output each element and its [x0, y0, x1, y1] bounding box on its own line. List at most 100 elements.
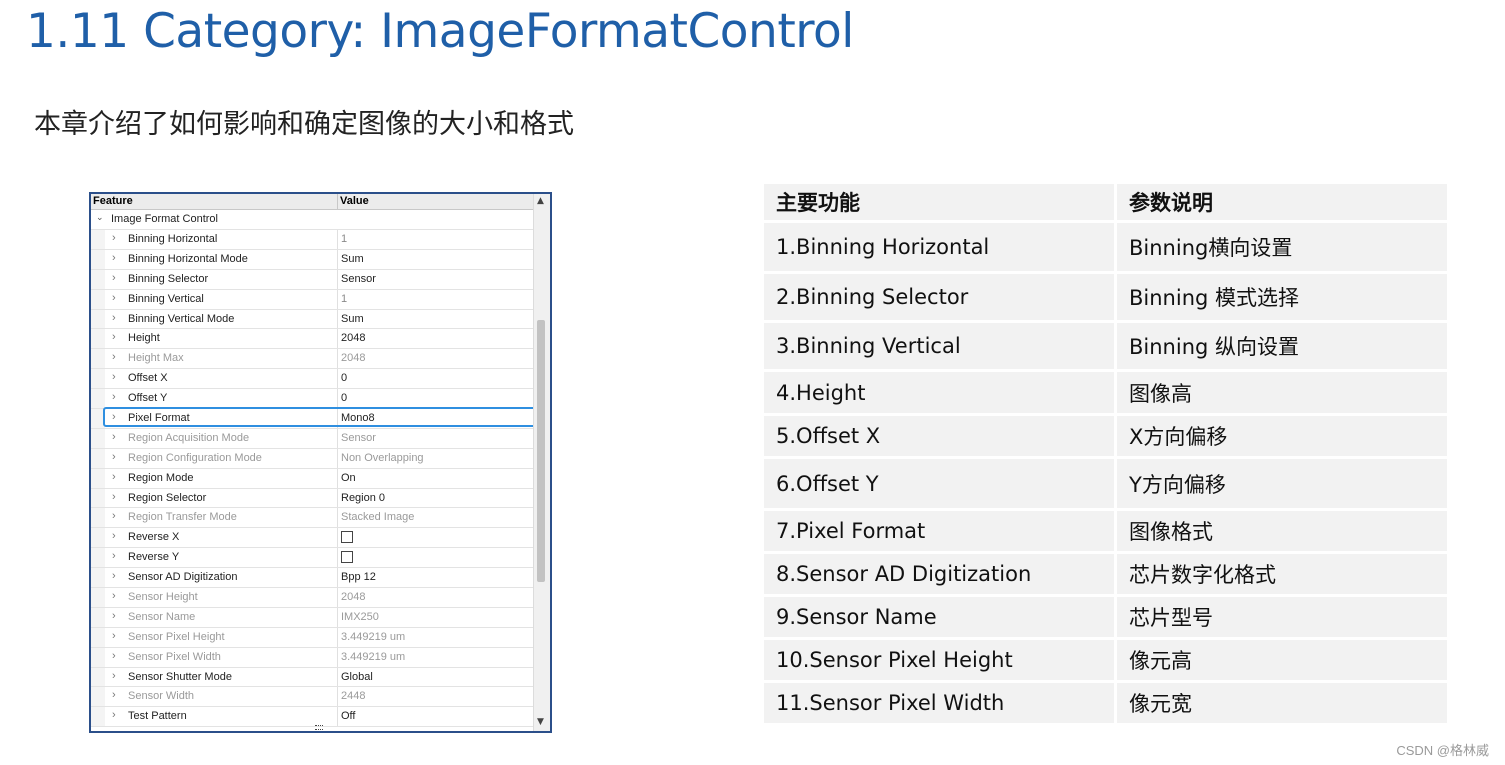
description-cell: 像元宽 — [1114, 683, 1447, 723]
description-cell: 图像高 — [1114, 372, 1447, 413]
table-row: 11.Sensor Pixel Width 像元宽 — [764, 683, 1447, 723]
description-cell: 图像格式 — [1114, 511, 1447, 551]
vertical-scrollbar[interactable]: ▲ ▼ — [533, 194, 550, 731]
function-cell: 9.Sensor Name — [764, 597, 1114, 637]
feature-row[interactable]: › Sensor AD Digitization Bpp 12 — [91, 568, 534, 589]
chevron-right-icon[interactable]: › — [112, 431, 116, 443]
feature-row[interactable]: › Reverse X — [91, 528, 534, 549]
chevron-right-icon[interactable]: › — [112, 312, 116, 324]
feature-name: Region Mode — [128, 471, 194, 484]
chevron-right-icon[interactable]: › — [112, 252, 116, 264]
feature-name: Sensor AD Digitization — [128, 571, 238, 584]
feature-row[interactable]: › Binning Horizontal 1 — [91, 230, 534, 250]
row-gutter — [91, 389, 105, 409]
scroll-down-arrow-icon[interactable]: ▼ — [537, 717, 544, 727]
feature-row[interactable]: › Height Max 2048 — [91, 349, 534, 370]
feature-row[interactable]: › Offset X 0 — [91, 369, 534, 390]
row-gutter — [91, 289, 105, 309]
chevron-right-icon[interactable]: › — [112, 570, 116, 582]
chevron-right-icon[interactable]: › — [112, 709, 116, 721]
chevron-right-icon[interactable]: › — [112, 530, 116, 542]
header-main-function: 主要功能 — [764, 184, 1114, 220]
scrollbar-thumb[interactable] — [537, 320, 545, 582]
feature-column-header[interactable]: Feature — [93, 195, 133, 207]
feature-row[interactable]: › Region Mode On — [91, 468, 534, 489]
feature-row[interactable]: › Height 2048 — [91, 329, 534, 350]
column-divider — [337, 528, 338, 548]
feature-value[interactable]: 2048 — [341, 332, 365, 344]
feature-name: Region Transfer Mode — [128, 511, 237, 524]
chevron-right-icon[interactable]: › — [112, 689, 116, 701]
feature-grid-panel: Feature Value ⌄ Image Format Control › Bi… — [89, 192, 552, 733]
chevron-right-icon[interactable]: › — [112, 232, 116, 244]
chevron-right-icon[interactable]: › — [112, 351, 116, 363]
feature-value[interactable]: 0 — [341, 392, 347, 404]
feature-row[interactable]: › Reverse Y — [91, 548, 534, 569]
description-cell: 芯片型号 — [1114, 597, 1447, 637]
feature-value[interactable]: Off — [341, 710, 355, 722]
feature-row[interactable]: › Region Selector Region 0 — [91, 488, 534, 509]
chevron-right-icon[interactable]: › — [112, 550, 116, 562]
function-cell: 1.Binning Horizontal — [764, 223, 1114, 271]
row-gutter — [91, 488, 105, 508]
checkbox[interactable] — [341, 551, 353, 564]
feature-row[interactable]: › Sensor Name IMX250 — [91, 607, 534, 628]
feature-name: Reverse X — [128, 531, 180, 544]
chevron-right-icon[interactable]: › — [112, 630, 116, 642]
group-label: Image Format Control — [111, 213, 218, 225]
function-cell: 8.Sensor AD Digitization — [764, 554, 1114, 594]
feature-value[interactable]: On — [341, 472, 356, 484]
feature-row[interactable]: › Binning Vertical 1 — [91, 289, 534, 310]
chevron-right-icon[interactable]: › — [112, 670, 116, 682]
chevron-right-icon[interactable]: › — [112, 371, 116, 383]
feature-value[interactable]: 0 — [341, 372, 347, 384]
feature-value[interactable]: Sum — [341, 253, 364, 265]
feature-name: Sensor Pixel Height — [128, 630, 225, 643]
row-gutter — [91, 508, 105, 528]
group-image-format-control[interactable]: ⌄ Image Format Control — [91, 210, 534, 230]
value-column-header[interactable]: Value — [340, 195, 369, 207]
feature-row[interactable]: › Sensor Pixel Height 3.449219 um — [91, 627, 534, 648]
feature-name: Binning Vertical Mode — [128, 312, 235, 325]
feature-row[interactable]: › Sensor Shutter Mode Global — [91, 667, 534, 688]
column-divider[interactable] — [337, 194, 338, 209]
chevron-right-icon[interactable]: › — [112, 451, 116, 463]
feature-row[interactable]: › Region Transfer Mode Stacked Image — [91, 508, 534, 529]
feature-row[interactable]: › Sensor Width 2448 — [91, 687, 534, 708]
scroll-up-arrow-icon[interactable]: ▲ — [537, 196, 544, 206]
feature-row[interactable]: › Sensor Pixel Width 3.449219 um — [91, 647, 534, 668]
feature-value: 1 — [341, 233, 348, 245]
resize-grip-icon[interactable] — [315, 725, 323, 730]
chevron-right-icon[interactable]: › — [112, 272, 116, 284]
feature-row[interactable]: › Region Configuration Mode Non Overlappin… — [91, 448, 534, 469]
feature-value[interactable]: Bpp 12 — [341, 571, 376, 583]
feature-row[interactable]: › Binning Vertical Mode Sum — [91, 309, 534, 330]
feature-value[interactable]: Sum — [341, 313, 364, 325]
row-gutter — [91, 369, 105, 389]
parameter-description-table: 主要功能 参数说明 1.Binning Horizontal Binning横向设… — [764, 181, 1447, 726]
chevron-right-icon[interactable]: › — [112, 391, 116, 403]
feature-row[interactable]: › Binning Selector Sensor — [91, 269, 534, 290]
chevron-right-icon[interactable]: › — [112, 510, 116, 522]
feature-rows: › Binning Horizontal 1 › Binning Horizontal … — [91, 230, 534, 728]
feature-value[interactable]: Region 0 — [341, 492, 385, 504]
chevron-right-icon[interactable]: › — [112, 610, 116, 622]
chevron-right-icon[interactable]: › — [112, 331, 116, 343]
checkbox[interactable] — [341, 531, 353, 544]
table-row: 6.Offset Y Y方向偏移 — [764, 459, 1447, 508]
chevron-down-icon[interactable]: ⌄ — [96, 212, 104, 223]
chevron-right-icon[interactable]: › — [112, 491, 116, 503]
feature-row[interactable]: › Binning Horizontal Mode Sum — [91, 249, 534, 270]
feature-row[interactable]: › Sensor Height 2048 — [91, 588, 534, 608]
chevron-right-icon[interactable]: › — [112, 650, 116, 662]
chevron-right-icon[interactable]: › — [112, 590, 116, 602]
feature-row[interactable]: › Test Pattern Off — [91, 707, 534, 728]
feature-value[interactable]: Global — [341, 671, 373, 683]
feature-value[interactable]: Sensor — [341, 273, 376, 285]
chevron-right-icon[interactable]: › — [112, 471, 116, 483]
chevron-right-icon[interactable]: › — [112, 292, 116, 304]
function-cell: 7.Pixel Format — [764, 511, 1114, 551]
table-row: 4.Height 图像高 — [764, 372, 1447, 413]
feature-name: Binning Horizontal — [128, 233, 218, 245]
feature-row[interactable]: › Region Acquisition Mode Sensor — [91, 428, 534, 449]
